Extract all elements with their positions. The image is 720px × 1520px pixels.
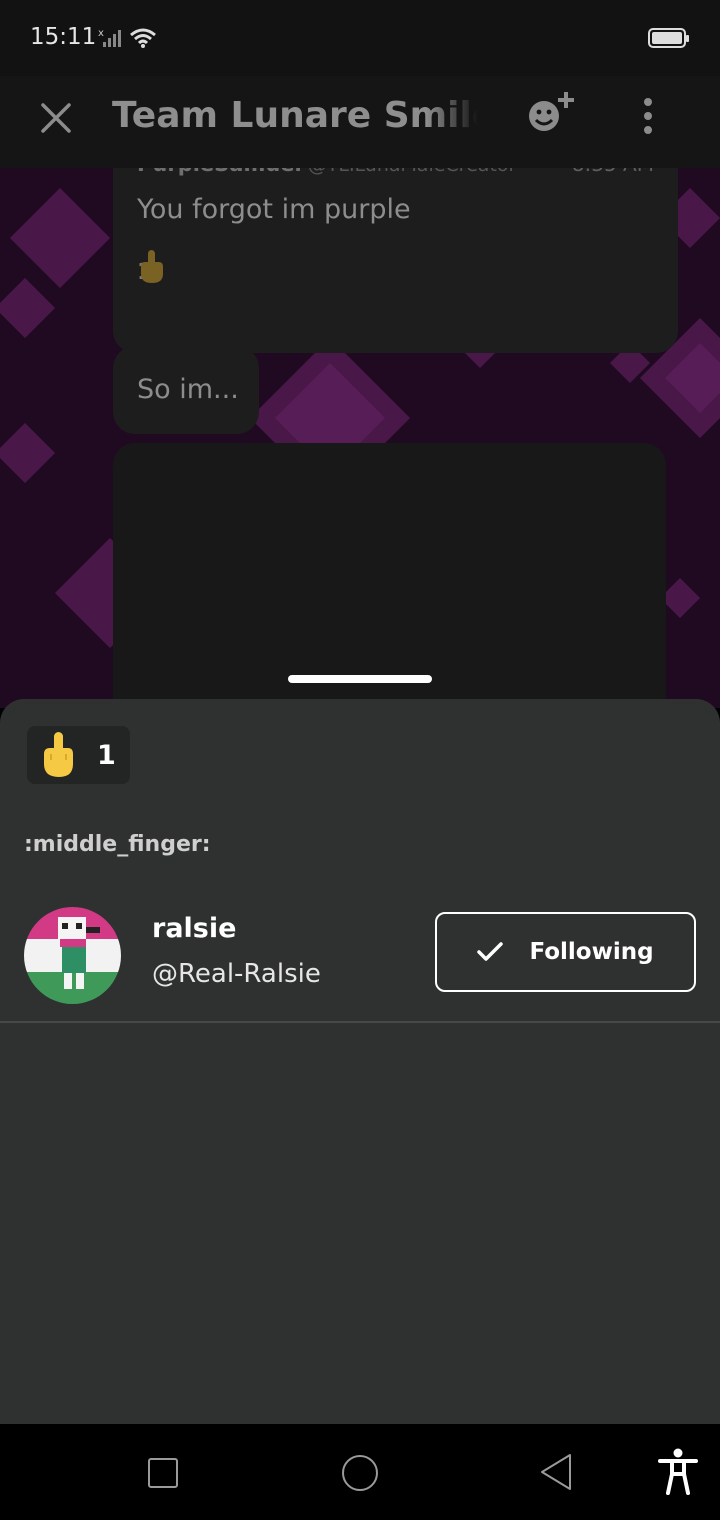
recents-button[interactable] (148, 1458, 178, 1488)
user-name[interactable]: ralsie (152, 913, 236, 944)
home-button[interactable] (342, 1455, 378, 1491)
home-indicator (288, 675, 432, 683)
chat-title: Team Lunare Smile t (112, 95, 478, 136)
more-options-button[interactable] (628, 92, 668, 148)
close-button[interactable] (30, 92, 82, 144)
middle-finger-emoji-icon (141, 250, 163, 283)
chat-background: PurpleSamuel@TLILunarTaleCreator 8:35 AM… (0, 168, 720, 708)
reaction-user-row[interactable]: ralsie @Real-Ralsie Following (0, 889, 720, 1023)
user-handle: @Real-Ralsie (152, 959, 321, 989)
reaction-count: 1 (97, 739, 116, 771)
message-text: You forgot im purple (137, 194, 411, 225)
svg-text:x: x (98, 28, 104, 39)
wifi-icon (130, 28, 156, 52)
close-icon (41, 103, 71, 133)
message-bubble[interactable]: PurpleSamuel@TLILunarTaleCreator 8:35 AM… (113, 168, 678, 353)
middle-finger-emoji-icon (44, 732, 73, 777)
avatar[interactable] (24, 907, 121, 1004)
add-member-button[interactable] (522, 86, 582, 146)
message-text: So im... (137, 374, 239, 405)
message-author-handle: @TLILunarTaleCreator (308, 168, 517, 176)
status-time: 15:11 (30, 24, 97, 50)
back-button[interactable] (538, 1452, 574, 1492)
message-author[interactable]: PurpleSamuel@TLILunarTaleCreator (137, 168, 516, 176)
accessibility-icon[interactable] (658, 1448, 698, 1496)
emoji-name: :middle_finger: (24, 832, 211, 857)
reactions-sheet: 1 :middle_finger: ralsie @Real-Ralsie Fo… (0, 699, 720, 1424)
navigation-bar (0, 1424, 720, 1520)
message-bubble[interactable]: So im... (113, 346, 259, 434)
app-bar: Team Lunare Smile t (0, 76, 720, 168)
message-reaction[interactable]: 1 (137, 250, 163, 294)
reaction-tab[interactable]: 1 (27, 726, 130, 784)
media-message[interactable] (113, 443, 666, 708)
checkmark-icon (477, 942, 504, 961)
signal-icon: x (98, 28, 124, 52)
add-member-icon (529, 92, 574, 131)
message-time: 8:35 AM (572, 168, 654, 176)
status-bar: 15:11 x (0, 0, 720, 76)
following-button[interactable]: Following (435, 912, 696, 992)
more-vertical-icon (644, 98, 652, 134)
following-label: Following (529, 939, 654, 965)
battery-icon (648, 28, 689, 48)
